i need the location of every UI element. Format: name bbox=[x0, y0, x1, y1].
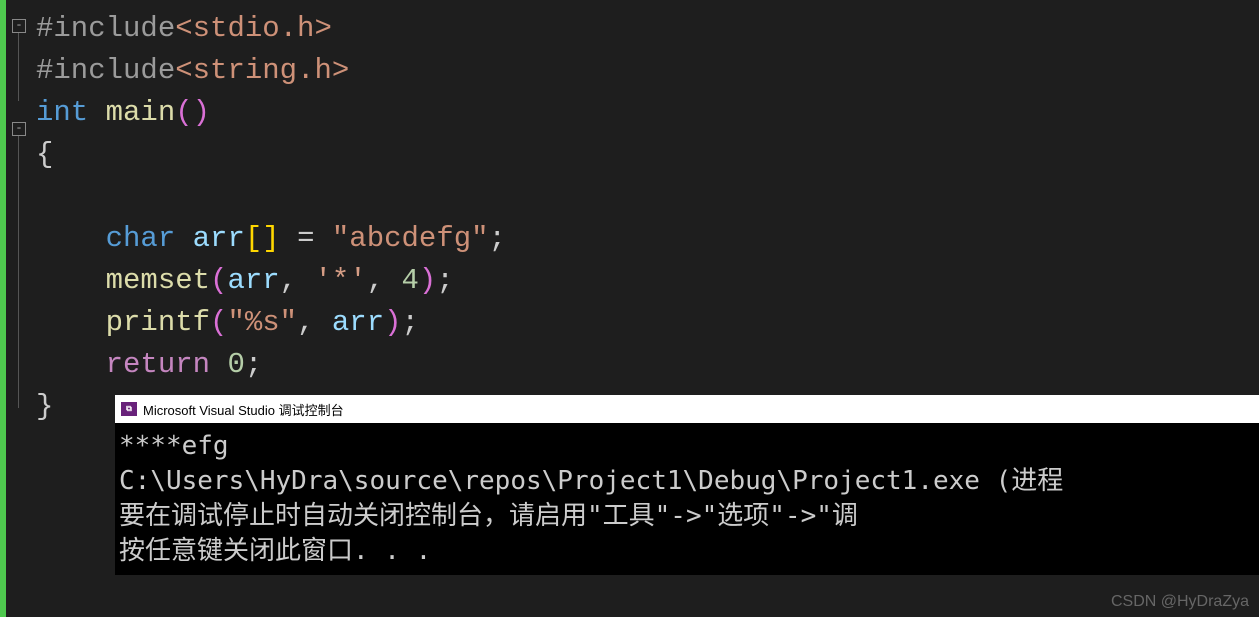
console-line: 按任意键关闭此窗口. . . bbox=[119, 534, 1255, 569]
type-keyword: int bbox=[36, 96, 88, 129]
equals: = bbox=[280, 222, 332, 255]
semicolon: ; bbox=[489, 222, 506, 255]
preprocessor-directive: #include bbox=[36, 12, 175, 45]
watermark: CSDN @HyDraZya bbox=[1111, 593, 1249, 611]
console-line: C:\Users\HyDra\source\repos\Project1\Deb… bbox=[119, 464, 1255, 499]
header-file: <stdio.h> bbox=[175, 12, 332, 45]
comma: , bbox=[367, 264, 402, 297]
console-output[interactable]: ****efgC:\Users\HyDra\source\repos\Proje… bbox=[115, 423, 1259, 575]
char-literal: '*' bbox=[314, 264, 366, 297]
console-line: 要在调试停止时自动关闭控制台，请启用"工具"->"选项"->"调 bbox=[119, 499, 1255, 534]
return-keyword: return bbox=[106, 348, 210, 381]
parentheses: () bbox=[175, 96, 210, 129]
brace-close: } bbox=[36, 390, 53, 423]
brackets: [] bbox=[245, 222, 280, 255]
fold-line bbox=[18, 33, 19, 101]
comma: , bbox=[297, 306, 332, 339]
paren-close: ) bbox=[384, 306, 401, 339]
vs-icon: ⧉ bbox=[121, 402, 137, 416]
variable: arr bbox=[332, 306, 384, 339]
preprocessor-directive: #include bbox=[36, 54, 175, 87]
function-name: main bbox=[106, 96, 176, 129]
semicolon: ; bbox=[436, 264, 453, 297]
console-line: ****efg bbox=[119, 429, 1255, 464]
semicolon: ; bbox=[402, 306, 419, 339]
fold-line bbox=[18, 136, 19, 408]
comma: , bbox=[280, 264, 315, 297]
number: 0 bbox=[227, 348, 244, 381]
brace-open: { bbox=[36, 138, 53, 171]
fold-toggle-icon[interactable]: - bbox=[12, 122, 26, 136]
console-titlebar[interactable]: ⧉ Microsoft Visual Studio 调试控制台 bbox=[115, 395, 1259, 423]
fold-toggle-icon[interactable]: - bbox=[12, 19, 26, 33]
code-gutter: - - bbox=[6, 0, 36, 617]
console-title: Microsoft Visual Studio 调试控制台 bbox=[143, 400, 344, 419]
string-literal: "abcdefg" bbox=[332, 222, 489, 255]
paren-open: ( bbox=[210, 306, 227, 339]
function-call: printf bbox=[106, 306, 210, 339]
paren-open: ( bbox=[210, 264, 227, 297]
variable: arr bbox=[227, 264, 279, 297]
function-call: memset bbox=[106, 264, 210, 297]
number: 4 bbox=[402, 264, 419, 297]
string-literal: "%s" bbox=[227, 306, 297, 339]
paren-close: ) bbox=[419, 264, 436, 297]
semicolon: ; bbox=[245, 348, 262, 381]
header-file: <string.h> bbox=[175, 54, 349, 87]
variable: arr bbox=[193, 222, 245, 255]
debug-console-window: ⧉ Microsoft Visual Studio 调试控制台 ****efgC… bbox=[115, 395, 1259, 575]
type-keyword: char bbox=[106, 222, 176, 255]
